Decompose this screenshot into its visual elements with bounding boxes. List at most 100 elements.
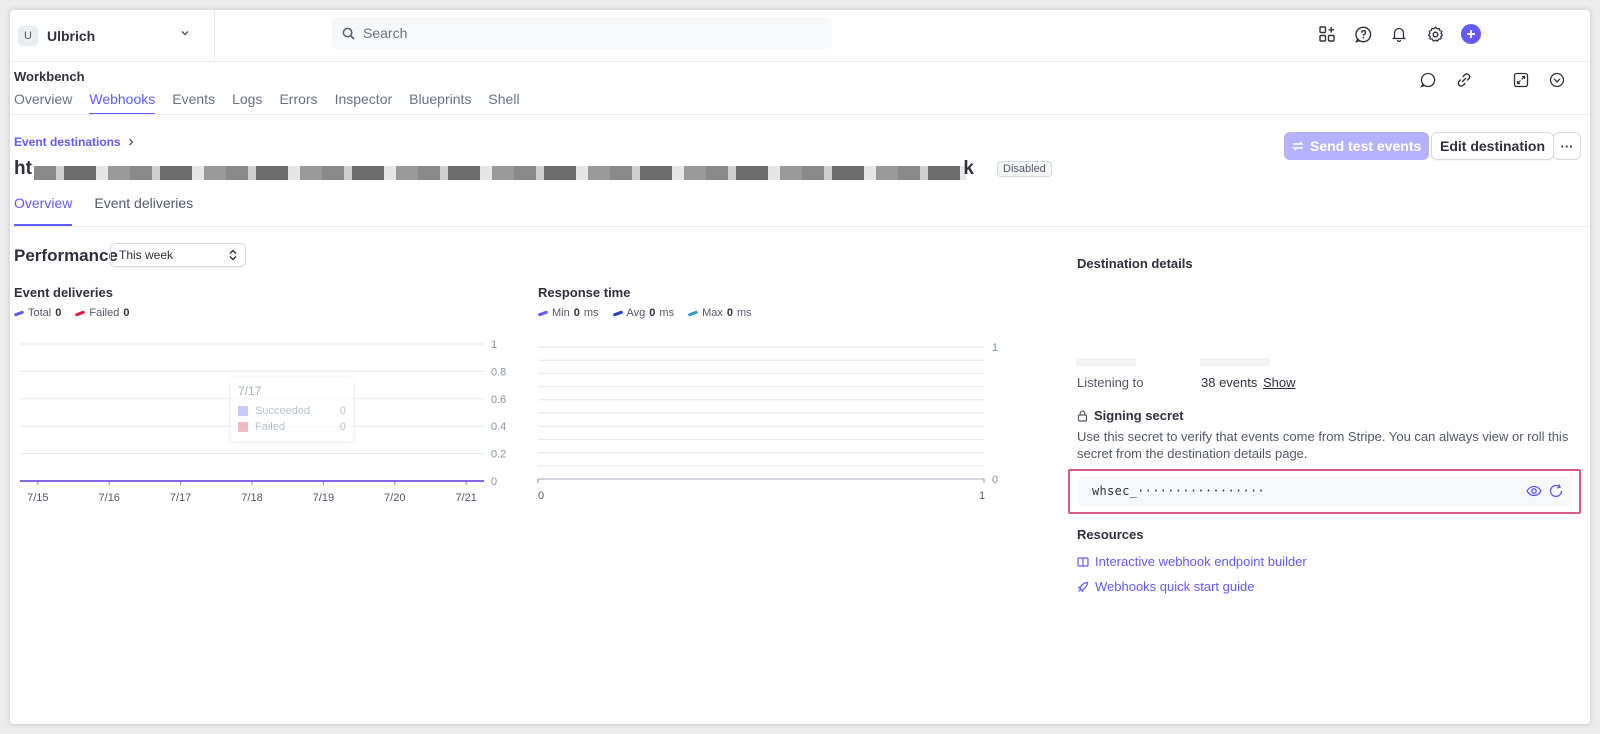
performance-title: Performance: [14, 246, 118, 265]
legend-avg-unit: ms: [659, 307, 675, 319]
destination-details-title: Destination details: [1077, 256, 1193, 271]
legend-swatch-max: [687, 309, 699, 317]
tooltip-row-failed: Failed 0: [238, 421, 346, 433]
status-badge: Disabled: [997, 161, 1052, 177]
legend-min-unit: ms: [583, 307, 599, 319]
tab-blueprints[interactable]: Blueprints: [409, 91, 471, 115]
collapse-chevron-icon[interactable]: [1549, 72, 1565, 88]
app-window: U Ulbrich Search Workbench Overview Webh…: [10, 10, 1590, 724]
tab-errors[interactable]: Errors: [279, 91, 317, 115]
quick-start-label: Webhooks quick start guide: [1095, 579, 1255, 594]
legend-failed-value: 0: [123, 307, 130, 319]
legend-total-value: 0: [55, 307, 62, 319]
legend-swatch-avg: [612, 309, 623, 317]
lock-icon: [1077, 410, 1088, 422]
link-icon[interactable]: [1456, 72, 1472, 88]
bell-icon[interactable]: [1389, 24, 1409, 44]
tab-events[interactable]: Events: [172, 91, 215, 115]
tab-webhooks[interactable]: Webhooks: [89, 91, 156, 115]
expand-icon[interactable]: [1513, 72, 1529, 88]
y-tick-label: 1: [992, 342, 998, 354]
redacted-value: [1200, 358, 1270, 366]
response-chart-title: Response time: [538, 285, 631, 300]
tooltip-succeeded-value: 0: [339, 405, 346, 417]
search-placeholder: Search: [363, 25, 408, 41]
create-button[interactable]: [1461, 24, 1481, 44]
tab-shell[interactable]: Shell: [488, 91, 519, 115]
legend-item-total: Total 0: [13, 307, 62, 319]
legend-item-avg: Avg 0 ms: [612, 307, 675, 319]
x-tick-label: 7/18: [241, 492, 262, 504]
x-tick-label: 7/20: [384, 492, 405, 504]
x-tick-label: 7/19: [313, 492, 334, 504]
destination-tabs: Overview Event deliveries: [14, 195, 193, 226]
account-avatar: U: [18, 26, 38, 46]
deliveries-chart-title: Event deliveries: [14, 285, 113, 300]
feedback-icon[interactable]: [1420, 72, 1436, 88]
chart-tooltip: 7/17 Succeeded 0 Failed 0: [231, 377, 353, 441]
secret-highlight: whsec_·················: [1068, 469, 1581, 514]
tooltip-row-succeeded: Succeeded 0: [238, 405, 346, 417]
secret-actions: [1526, 483, 1564, 502]
response-legend: Min 0 ms Avg 0 ms Max 0 ms: [537, 307, 752, 319]
y-tick-label: 1: [491, 339, 497, 351]
show-events-link[interactable]: Show: [1263, 375, 1296, 390]
more-options-button[interactable]: ···: [1553, 132, 1581, 160]
reveal-eye-icon[interactable]: [1526, 483, 1542, 502]
listening-to-value: 38 events: [1201, 375, 1258, 390]
help-icon[interactable]: [1353, 24, 1373, 44]
legend-avg-label: Avg: [626, 307, 646, 319]
legend-total-label: Total: [28, 307, 52, 319]
tooltip-failed-label: Failed: [255, 421, 285, 433]
x-tick-label: 7/17: [170, 492, 191, 504]
secret-value: whsec_·················: [1092, 484, 1266, 498]
legend-swatch-min: [537, 309, 549, 317]
gear-icon[interactable]: [1425, 24, 1445, 44]
legend-min-value: 0: [573, 307, 580, 319]
legend-failed-label: Failed: [89, 307, 120, 319]
breadcrumb-label: Event destinations: [14, 135, 121, 149]
x-tick-label: 7/21: [455, 492, 476, 504]
send-test-label: Send test events: [1310, 138, 1422, 154]
endpoint-builder-link[interactable]: Interactive webhook endpoint builder: [1077, 554, 1307, 569]
workbench-title: Workbench: [14, 69, 85, 84]
signing-secret-description: Use this secret to verify that events co…: [1077, 429, 1569, 461]
legend-item-max: Max 0 ms: [687, 307, 752, 319]
legend-avg-value: 0: [649, 307, 656, 319]
redacted-label: [1076, 358, 1136, 366]
account-name: Ulbrich: [47, 28, 96, 44]
secret-field[interactable]: whsec_·················: [1079, 476, 1570, 507]
quick-start-link[interactable]: Webhooks quick start guide: [1077, 579, 1254, 594]
header-divider: [10, 114, 1590, 115]
rocket-icon: [1077, 581, 1089, 592]
response-chart: 100 1: [537, 342, 998, 502]
url-start: ht: [14, 158, 32, 179]
tab-logs[interactable]: Logs: [232, 91, 262, 115]
tab-inspector[interactable]: Inspector: [335, 91, 393, 115]
deliveries-legend: Total 0 Failed 0: [13, 307, 130, 319]
book-icon: [1077, 556, 1089, 567]
date-range-select[interactable]: This week: [110, 243, 246, 267]
tab-destination-overview[interactable]: Overview: [14, 195, 73, 226]
x-tick-label: 0: [538, 490, 544, 502]
endpoint-builder-label: Interactive webhook endpoint builder: [1095, 554, 1307, 569]
send-test-events-button[interactable]: Send test events: [1284, 132, 1430, 160]
tooltip-succeeded-label: Succeeded: [255, 405, 311, 417]
date-range-value: This week: [119, 248, 174, 262]
roll-secret-icon[interactable]: [1548, 483, 1564, 502]
search-input[interactable]: Search: [332, 17, 832, 49]
legend-item-min: Min 0 ms: [537, 307, 599, 319]
apps-icon[interactable]: [1317, 24, 1337, 44]
tooltip-failed-value: 0: [339, 421, 346, 433]
tab-event-deliveries[interactable]: Event deliveries: [94, 195, 193, 226]
x-tick-label: 7/16: [99, 492, 120, 504]
y-tick-label: 0: [992, 474, 998, 486]
breadcrumb[interactable]: Event destinations: [14, 135, 135, 149]
edit-destination-button[interactable]: Edit destination: [1431, 132, 1554, 160]
tab-overview[interactable]: Overview: [14, 91, 72, 115]
legend-max-unit: ms: [737, 307, 752, 319]
y-tick-label: 0.6: [491, 394, 506, 406]
y-tick-label: 0.4: [491, 421, 506, 433]
account-switcher[interactable]: U Ulbrich: [10, 10, 215, 62]
swap-arrows-icon: [1292, 141, 1304, 151]
